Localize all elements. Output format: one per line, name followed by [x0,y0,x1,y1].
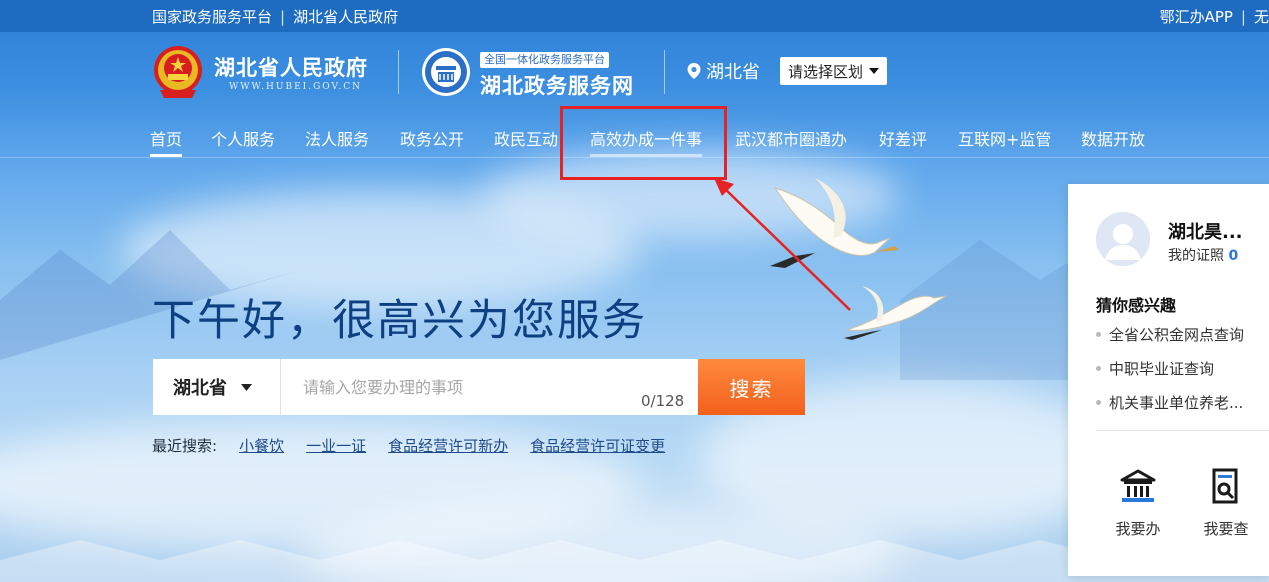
gov-url: WWW.HUBEI.GOV.CN [229,82,363,92]
nav-item-wuhan-circle[interactable]: 武汉都市圈通办 [735,126,847,150]
bullet-dot [1096,400,1101,405]
region-select-dropdown[interactable]: 请选择区划 [780,57,888,85]
nav-item-personal[interactable]: 个人服务 [211,126,275,150]
caret-down-icon [241,383,252,391]
search-region-label: 湖北省 [173,378,227,399]
recent-searches-label: 最近搜索: [152,437,218,455]
action-label: 我要查 [1203,520,1249,538]
nav-item-open-data[interactable]: 数据开放 [1081,126,1145,150]
list-item[interactable]: 机关事业单位养老... [1096,392,1244,426]
my-certificates-count: 0 [1228,248,1239,264]
top-link-ehuiban-app[interactable]: 鄂汇办APP [1160,6,1233,27]
bullet-dot [1096,366,1101,371]
nav-item-rating[interactable]: 好差评 [879,126,927,150]
search-region-dropdown[interactable]: 湖北省 [153,359,281,415]
top-separator: | [1240,7,1246,26]
my-certificates[interactable]: 我的证照 0 [1168,245,1238,265]
list-item[interactable]: 中职毕业证查询 [1096,358,1244,392]
nav-item-corporate[interactable]: 法人服务 [305,126,369,150]
list-item[interactable]: 全省公积金网点查询 [1096,324,1244,358]
recent-searches: 最近搜索: 小餐饮 一业一证 食品经营许可新办 食品经营许可证变更 [152,435,665,456]
user-panel: 湖北昊... 我的证照 0 猜你感兴趣 全省公积金网点查询 中职毕业证查询 机关… [1068,184,1269,576]
recent-search-link[interactable]: 小餐饮 [239,435,284,456]
document-search-icon [1212,468,1238,504]
nav-item-interaction[interactable]: 政民互动 [494,126,558,150]
header-divider [398,50,399,94]
gov-title[interactable]: 湖北省人民政府 [214,52,368,82]
user-avatar-icon [1096,212,1150,266]
caret-down-icon [869,68,880,74]
search-input[interactable] [281,359,697,415]
recent-search-link[interactable]: 一业一证 [306,435,366,456]
recent-search-link[interactable]: 食品经营许可新办 [388,435,508,456]
annotation-arrow [714,178,851,311]
avatar[interactable] [1096,212,1150,266]
service-platform-title[interactable]: 湖北政务服务网 [480,70,634,100]
region-select-label: 请选择区划 [788,62,864,81]
search-button[interactable]: 搜索 [698,359,805,415]
top-separator: | [280,7,286,26]
search-bar: 湖北省 0/128 搜索 [153,359,805,415]
action-label: 我要办 [1115,520,1161,538]
bank-building-icon [1120,469,1156,502]
nav-item-supervision[interactable]: 互联网+监管 [958,126,1051,150]
top-link-hubei-gov[interactable]: 湖北省人民政府 [293,6,398,27]
search-char-counter: 0/128 [641,392,685,410]
top-link-accessibility[interactable]: 无 [1254,6,1269,27]
site-header: 湖北省人民政府 WWW.HUBEI.GOV.CN 全国一体化政务服务平台 湖北政… [0,32,1269,112]
location-pin-icon [687,63,701,79]
highlight-box [560,106,727,180]
user-name[interactable]: 湖北昊... [1168,218,1243,244]
guess-item-label: 全省公积金网点查询 [1109,326,1245,344]
guess-list: 全省公积金网点查询 中职毕业证查询 机关事业单位养老... [1096,324,1244,426]
top-bar: 国家政务服务平台 | 湖北省人民政府 鄂汇办APP | 无 [0,0,1269,32]
my-certificates-label: 我的证照 [1168,248,1224,264]
guess-item-label: 机关事业单位养老... [1109,394,1244,412]
panel-divider [1096,430,1269,431]
service-platform-logo-icon[interactable] [420,46,472,98]
national-emblem-icon[interactable] [152,44,204,100]
action-i-want-to-do[interactable]: 我要办 [1110,466,1166,539]
guess-item-label: 中职毕业证查询 [1109,360,1215,378]
current-location: 湖北省 [686,58,760,84]
guess-section-title: 猜你感兴趣 [1096,296,1177,315]
nav-item-home[interactable]: 首页 [150,126,183,157]
top-link-national-platform[interactable]: 国家政务服务平台 [152,6,272,27]
service-platform-tag: 全国一体化政务服务平台 [480,52,609,68]
bullet-dot [1096,332,1101,337]
recent-search-link[interactable]: 食品经营许可证变更 [530,435,665,456]
location-label: 湖北省 [706,62,760,83]
nav-item-gov-affairs[interactable]: 政务公开 [400,126,464,150]
header-divider [664,50,665,94]
action-i-want-to-check[interactable]: 我要查 [1198,466,1254,539]
greeting-heading: 下午好，很高兴为您服务 [152,296,647,346]
